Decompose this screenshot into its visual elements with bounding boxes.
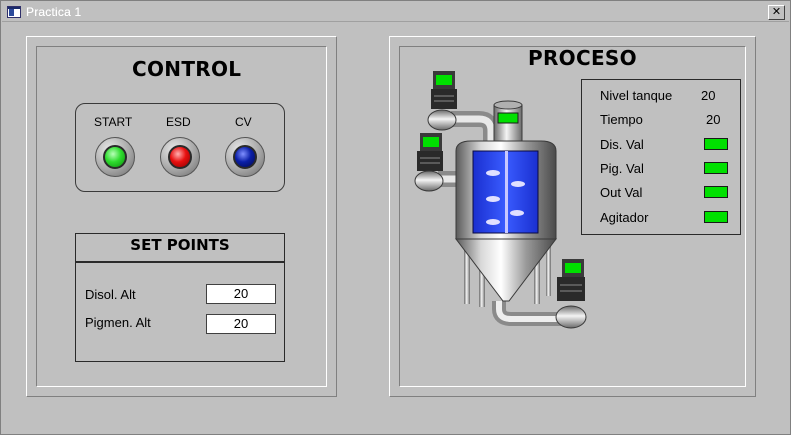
window-icon (7, 6, 21, 18)
out-val-label: Out Val (600, 185, 643, 200)
process-tank-graphic (414, 71, 587, 329)
status-panel: Nivel tanque 20 Tiempo 20 Dis. Val Pig. … (581, 79, 741, 235)
pig-val-label: Pig. Val (600, 161, 644, 176)
pigmen-alt-label: Pigmen. Alt (85, 315, 151, 330)
dis-val-indicator (704, 138, 728, 150)
pigmen-alt-input[interactable]: 20 (206, 314, 276, 334)
esd-button[interactable] (160, 137, 200, 177)
out-val-indicator (704, 186, 728, 198)
esd-lamp (168, 145, 192, 169)
app-window: Practica 1 ✕ CONTROL START ESD CV SET PO… (0, 0, 791, 435)
dis-val-label: Dis. Val (600, 137, 644, 152)
esd-label: ESD (166, 115, 191, 129)
disol-alt-input[interactable]: 20 (206, 284, 276, 304)
close-button[interactable]: ✕ (768, 5, 785, 20)
tiempo-label: Tiempo (600, 112, 643, 127)
cv-label: CV (235, 115, 252, 129)
nivel-tanque-label: Nivel tanque (600, 88, 673, 103)
title-bar[interactable]: Practica 1 ✕ (2, 2, 789, 22)
tiempo-value: 20 (706, 112, 721, 127)
cv-lamp (233, 145, 257, 169)
start-button[interactable] (95, 137, 135, 177)
control-button-group: START ESD CV (75, 103, 285, 192)
disol-alt-label: Disol. Alt (85, 287, 136, 302)
set-points-box: SET POINTS Disol. Alt 20 Pigmen. Alt 20 (75, 233, 285, 362)
cv-button[interactable] (225, 137, 265, 177)
nivel-tanque-value: 20 (701, 88, 716, 103)
window-title: Practica 1 (26, 5, 82, 19)
agitador-label: Agitador (600, 210, 649, 225)
pig-val-indicator (704, 162, 728, 174)
agitador-indicator (704, 211, 728, 223)
control-title: CONTROL (132, 57, 242, 81)
start-label: START (94, 115, 133, 129)
set-points-title: SET POINTS (76, 234, 284, 263)
start-lamp (103, 145, 127, 169)
